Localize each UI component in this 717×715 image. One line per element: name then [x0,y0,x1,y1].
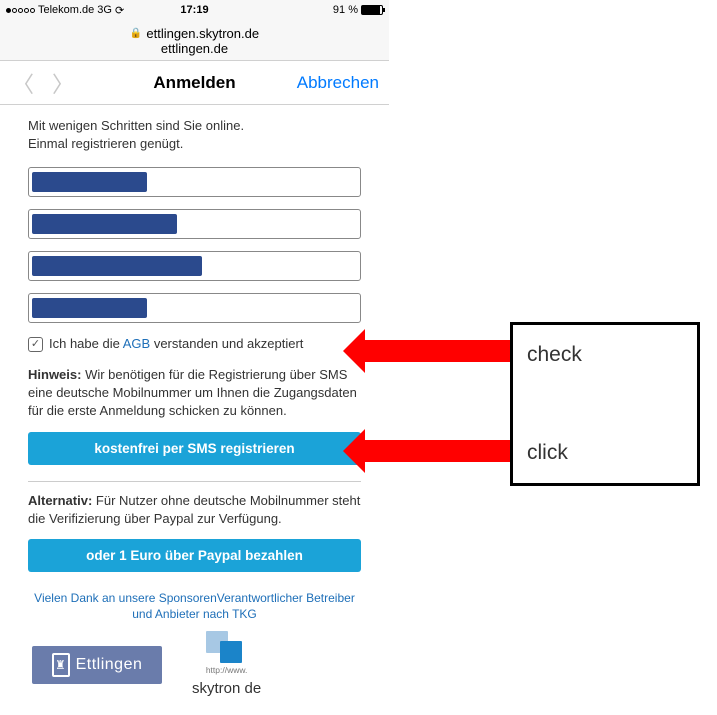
url-sub: ettlingen.de [0,41,389,56]
loading-icon: ⟳ [115,4,124,17]
annotation-box: check click [510,322,700,486]
status-bar: Telekom.de 3G ⟳ 17:19 91 % [0,0,389,20]
input-field-2[interactable] [28,209,361,239]
forward-button[interactable]: 〉 [52,67,74,99]
skytron-icon [206,631,248,665]
toolbar: 〈 〉 Anmelden Abbrechen [0,61,389,105]
agb-checkbox[interactable]: ✓ [28,337,43,352]
register-sms-button[interactable]: kostenfrei per SMS registrieren [28,432,361,465]
sponsor-skytron-logo: http://www. skytron de [192,631,261,699]
signal-dots-icon [6,8,35,13]
annotation-click-label: click [527,441,683,465]
battery-label: 91 % [333,4,358,16]
clock: 17:19 [180,4,208,16]
input-field-3[interactable] [28,251,361,281]
cancel-button[interactable]: Abbrechen [297,73,379,93]
back-button[interactable]: 〈 [12,67,34,99]
network-label: 3G [97,4,112,16]
url-host: ettlingen.skytron.de [146,26,259,41]
annotation-arrow-click [365,440,510,462]
carrier-label: Telekom.de [38,4,94,16]
annotation-check-label: check [527,343,683,367]
lock-icon: 🔒 [130,28,142,39]
input-field-4[interactable] [28,293,361,323]
footer-text: Vielen Dank an unsere SponsorenVerantwor… [28,590,361,624]
sponsor-ettlingen-logo: ♜ Ettlingen [32,646,162,684]
divider [28,481,361,482]
castle-icon: ♜ [52,653,70,677]
agb-label: Ich habe die AGB verstanden und akzeptie… [49,335,303,353]
hint-text: Hinweis: Wir benötigen für die Registrie… [28,366,361,421]
agb-link[interactable]: AGB [123,336,150,351]
alternative-text: Alternativ: Für Nutzer ohne deutsche Mob… [28,492,361,528]
paypal-button[interactable]: oder 1 Euro über Paypal bezahlen [28,539,361,572]
battery-icon [361,5,383,15]
annotation-arrow-check [365,340,510,362]
page-title: Anmelden [153,73,235,93]
input-field-1[interactable] [28,167,361,197]
address-bar[interactable]: 🔒 ettlingen.skytron.de ettlingen.de [0,20,389,61]
intro-text: Mit wenigen Schritten sind Sie online. E… [28,117,361,153]
